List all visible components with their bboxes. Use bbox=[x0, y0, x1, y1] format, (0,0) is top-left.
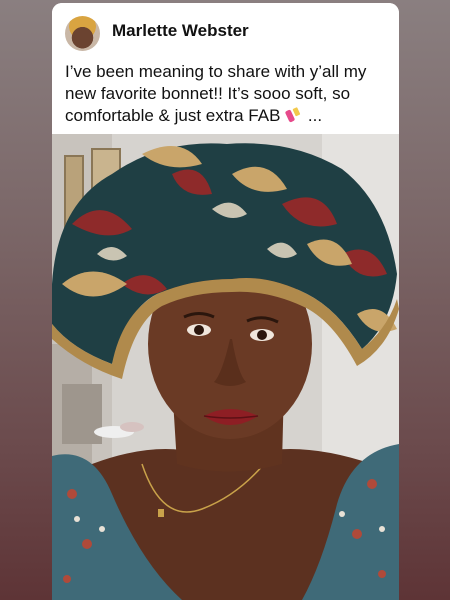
caption-ellipsis: ... bbox=[307, 106, 323, 125]
post-photo[interactable] bbox=[52, 134, 399, 600]
post-card[interactable]: Marlette Webster I’ve been meaning to sh… bbox=[52, 3, 399, 600]
author-avatar[interactable] bbox=[65, 16, 100, 51]
post-header: Marlette Webster I’ve been meaning to sh… bbox=[52, 3, 399, 134]
author-name[interactable]: Marlette Webster bbox=[112, 21, 249, 41]
post-caption: I’ve been meaning to share with y’all my… bbox=[65, 61, 391, 127]
nail-polish-emoji-icon bbox=[285, 107, 303, 123]
